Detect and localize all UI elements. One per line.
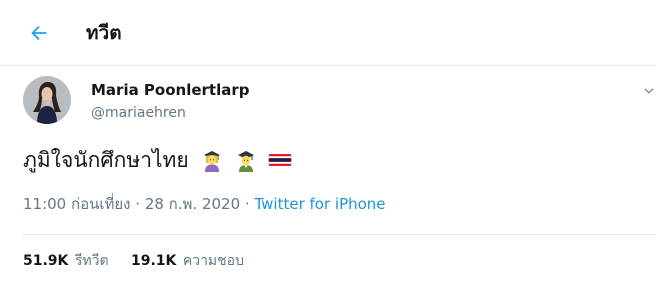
chevron-down-icon[interactable]	[642, 84, 656, 98]
likes-label: ความชอบ	[182, 253, 244, 269]
tweet-time[interactable]: 11:00 ก่อนเที่ยง	[23, 195, 130, 213]
arrow-left-icon	[31, 25, 47, 41]
divider	[23, 234, 656, 235]
thailand-flag-icon	[268, 154, 291, 166]
page-title: ทวีต	[86, 22, 122, 44]
retweets-stat[interactable]: 51.9K รีทวีต	[23, 250, 109, 272]
tweet-text: ภูมิใจนักศึกษาไทย	[23, 146, 292, 174]
likes-count: 19.1K	[131, 253, 177, 269]
separator: ·	[244, 195, 250, 213]
retweets-count: 51.9K	[23, 253, 69, 269]
author-handle[interactable]: @mariaehren	[91, 104, 186, 122]
tweet-meta: 11:00 ก่อนเที่ยง · 28 ก.พ. 2020 · Twitte…	[23, 194, 386, 214]
back-button[interactable]	[24, 18, 54, 48]
author-name[interactable]: Maria Poonlertlarp	[91, 80, 250, 100]
tweet-stats: 51.9K รีทวีต 19.1K ความชอบ	[23, 250, 262, 272]
tweet: Maria Poonlertlarp @mariaehren ภูมิใจนัก…	[0, 66, 656, 282]
woman-student-icon	[203, 151, 220, 172]
page-header: ทวีต	[0, 0, 656, 66]
tweet-source-link[interactable]: Twitter for iPhone	[254, 195, 385, 213]
retweets-label: รีทวีต	[74, 253, 109, 269]
man-student-icon	[237, 151, 254, 172]
separator: ·	[135, 195, 141, 213]
tweet-body: ภูมิใจนักศึกษาไทย	[23, 148, 189, 172]
profile-photo	[23, 76, 71, 124]
tweet-date[interactable]: 28 ก.พ. 2020	[145, 195, 240, 213]
avatar[interactable]	[23, 76, 71, 124]
likes-stat[interactable]: 19.1K ความชอบ	[131, 250, 244, 272]
